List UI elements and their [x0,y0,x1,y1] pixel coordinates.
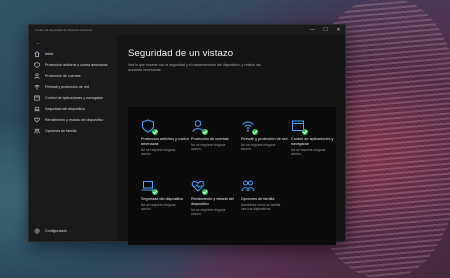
tile-status: No se requiere ninguna acción. [291,147,326,156]
sidebar-item-home[interactable]: Inicio [29,48,117,59]
sidebar-item-performance[interactable]: Rendimiento y estado del dispositivo [29,114,117,125]
tile-antivirus[interactable]: Protección antivirus y contra amenazas N… [141,119,191,156]
sidebar-item-settings[interactable]: Configuración [29,225,117,236]
sidebar-item-label: Opciones de familia [45,128,77,133]
tile-title: Control de aplicaciones y navegador [291,137,334,146]
check-badge-icon [152,129,158,135]
tile-title: Opciones de familia [241,197,275,201]
sidebar-item-label: Rendimiento y estado del dispositivo [45,117,104,122]
tile-device-security[interactable]: Seguridad del dispositivo No se requiere… [141,179,191,211]
page-description: Vea lo que sucede con la seguridad y el … [128,63,261,72]
tile-title: Protección de cuentas [191,137,229,141]
check-badge-icon [152,189,158,195]
heart-icon [191,179,208,195]
tile-title: Protección antivirus y contra amenazas [141,137,189,146]
wifi-icon [241,119,258,135]
sidebar-item-label: Protección de cuentas [45,73,81,78]
gear-icon [34,227,40,234]
tile-app-browser[interactable]: Control de aplicaciones y navegador No s… [291,119,341,156]
sidebar-item-label: Configuración [45,228,68,233]
tile-accounts[interactable]: Protección de cuentas No se requiere nin… [191,119,241,151]
person-icon [34,72,40,79]
sidebar-item-label: Inicio [45,51,54,56]
sidebar-item-accounts[interactable]: Protección de cuentas [29,70,117,81]
tile-status: No se requiere ninguna acción. [141,147,176,156]
close-button[interactable]: ✕ [332,25,345,35]
sidebar-item-label: Protección antivirus y contra amenazas [45,62,108,67]
person-icon [191,119,208,135]
family-icon [241,179,255,193]
shield-icon [34,61,40,68]
check-badge-icon [202,189,208,195]
check-badge-icon [202,129,208,135]
page-title: Seguridad de un vistazo [128,48,234,59]
tile-title: Seguridad del dispositivo [141,197,184,201]
tile-status: No se requiere ninguna acción. [191,207,226,216]
sidebar-item-label: Control de aplicaciones y navegador [45,95,104,100]
sidebar-item-app-browser[interactable]: Control de aplicaciones y navegador [29,92,117,103]
home-icon [34,50,40,57]
tile-performance[interactable]: Rendimiento y estado del dispositivo No … [191,179,241,216]
tile-title: Rendimiento y estado del dispositivo [191,197,234,206]
sidebar-item-family[interactable]: Opciones de familia [29,125,117,136]
browser-icon [34,95,40,101]
family-icon [34,128,40,134]
check-badge-icon [252,129,258,135]
laptop-icon [34,106,40,112]
shield-icon [141,119,158,135]
laptop-icon [141,179,158,195]
sidebar-item-label: Firewall y protección de red [45,84,89,89]
maximize-button[interactable]: ☐ [319,25,332,35]
check-badge-icon [302,129,308,135]
sidebar-item-device-security[interactable]: Seguridad del dispositivo [29,103,117,114]
tile-family[interactable]: Opciones de familia Administre cómo su f… [241,179,291,211]
window-title: Centro de seguridad de Windows Defender [35,28,93,32]
tile-status: No se requiere ninguna acción. [191,142,226,151]
sidebar-item-firewall[interactable]: Firewall y protección de red [29,81,117,92]
title-bar: Centro de seguridad de Windows Defender … [29,25,345,35]
tile-status: No se requiere ninguna acción. [241,142,276,151]
tile-firewall[interactable]: Firewall y protección de red No se requi… [241,119,291,151]
minimize-button[interactable]: — [306,25,319,35]
back-button[interactable]: ← [29,40,117,48]
sidebar-item-label: Seguridad del dispositivo [45,106,85,111]
heart-icon [34,117,40,123]
sidebar-item-antivirus[interactable]: Protección antivirus y contra amenazas [29,59,117,70]
window-controls: — ☐ ✕ [306,25,345,35]
browser-icon [291,119,308,135]
wifi-icon [34,84,40,90]
tile-status: Administre cómo su familia usa sus dispo… [241,202,281,211]
sidebar: ← Inicio Protección antivirus y contra a… [29,35,117,241]
tile-status: No se requiere ninguna acción. [141,202,176,211]
main-panel: Seguridad de un vistazo Vea lo que suced… [117,35,345,245]
tile-title: Firewall y protección de red [241,137,288,141]
security-center-window: Centro de seguridad de Windows Defender … [28,24,346,245]
tiles-grid: Protección antivirus y contra amenazas N… [128,107,336,245]
